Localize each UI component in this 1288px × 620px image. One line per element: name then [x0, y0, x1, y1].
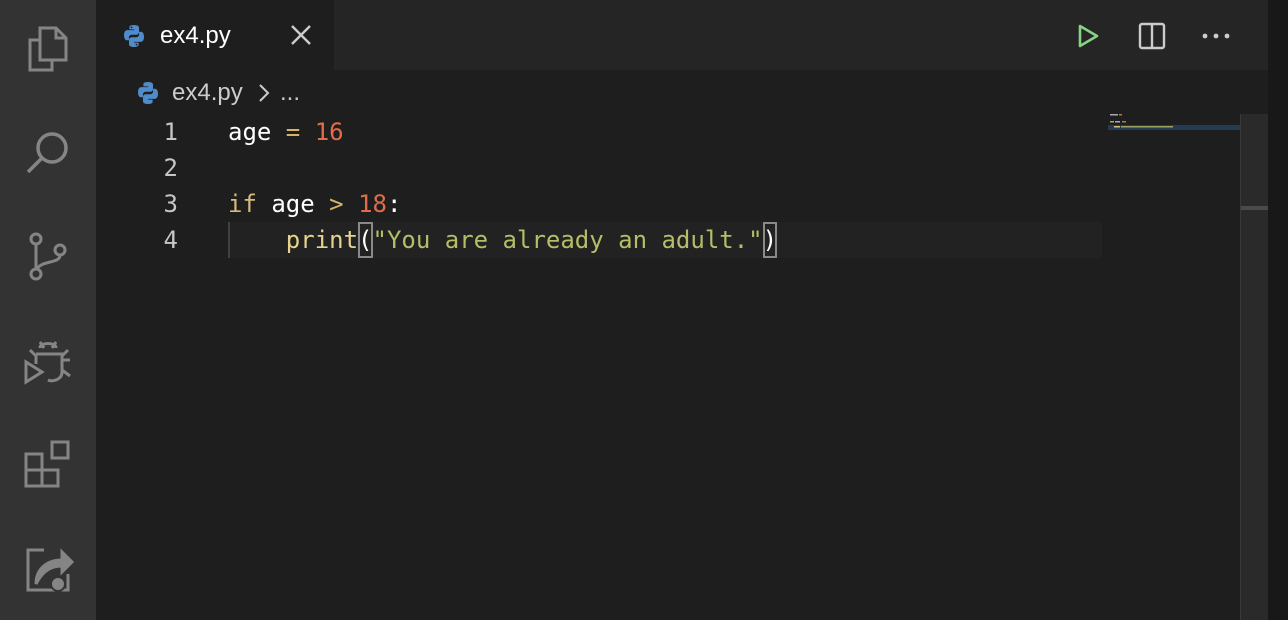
vertical-scrollbar[interactable]	[1240, 114, 1269, 620]
line-number: 3	[163, 190, 178, 218]
code-editor[interactable]: 1 2 3 4 age = 16 if age > 18: print("You…	[96, 116, 1240, 620]
more-actions-button[interactable]	[1198, 18, 1234, 54]
matching-bracket-close: )	[762, 222, 778, 258]
code-keyword: if	[228, 190, 257, 218]
activity-explorer[interactable]	[0, 6, 96, 90]
chevron-right-icon	[259, 84, 270, 102]
close-icon[interactable]	[288, 22, 314, 48]
split-editor-icon	[1138, 22, 1166, 50]
code-line-4[interactable]: print("You are already an adult.")	[228, 222, 778, 258]
window-edge	[1268, 0, 1288, 620]
activity-source-control[interactable]	[0, 214, 96, 298]
activity-remote-explorer[interactable]	[0, 526, 96, 610]
code-identifier: age	[228, 118, 272, 146]
activity-bar	[0, 0, 96, 620]
python-icon	[124, 25, 144, 47]
line-number: 4	[163, 226, 178, 254]
code-number: 18	[358, 190, 387, 218]
code-number: 16	[314, 118, 344, 146]
activity-search[interactable]	[0, 110, 96, 194]
tab-label: ex4.py	[160, 22, 231, 49]
code-function: print	[285, 226, 359, 254]
scrollbar-thumb[interactable]	[1241, 206, 1269, 210]
files-icon	[28, 26, 68, 72]
run-python-file-button[interactable]	[1070, 18, 1106, 54]
code-colon: :	[386, 190, 402, 218]
source-control-icon	[29, 232, 67, 281]
minimap[interactable]	[1108, 110, 1240, 140]
search-icon	[26, 132, 68, 174]
code-identifier: age	[271, 190, 315, 218]
tab-ex4-py[interactable]: ex4.py	[96, 0, 334, 70]
more-actions-icon	[1202, 33, 1230, 39]
tab-bar: ex4.py	[96, 0, 1268, 70]
split-editor-button[interactable]	[1134, 18, 1170, 54]
code-operator: =	[271, 118, 315, 146]
run-python-file-icon	[1078, 24, 1099, 48]
line-number: 2	[163, 154, 178, 182]
run-debug-icon	[24, 341, 71, 385]
line-number: 1	[163, 118, 178, 146]
breadcrumb-symbols[interactable]: ...	[280, 78, 300, 108]
breadcrumb: ex4.py ...	[96, 70, 1268, 116]
vscode-window: ex4.py ex4.py ... 1 2 3 4 age = 16 if ag…	[0, 0, 1288, 620]
code-operator: >	[314, 190, 359, 218]
code-line-1[interactable]: age = 16	[228, 114, 344, 150]
activity-extensions[interactable]	[0, 422, 96, 506]
remote-explorer-icon	[26, 548, 74, 592]
extensions-icon	[24, 440, 70, 488]
matching-bracket-open: (	[358, 222, 373, 258]
python-icon	[138, 82, 158, 104]
code-line-3[interactable]: if age > 18:	[228, 186, 401, 222]
breadcrumb-file[interactable]: ex4.py	[172, 78, 243, 108]
activity-run-debug[interactable]	[0, 318, 96, 402]
code-string: "You are already an adult."	[372, 226, 763, 254]
